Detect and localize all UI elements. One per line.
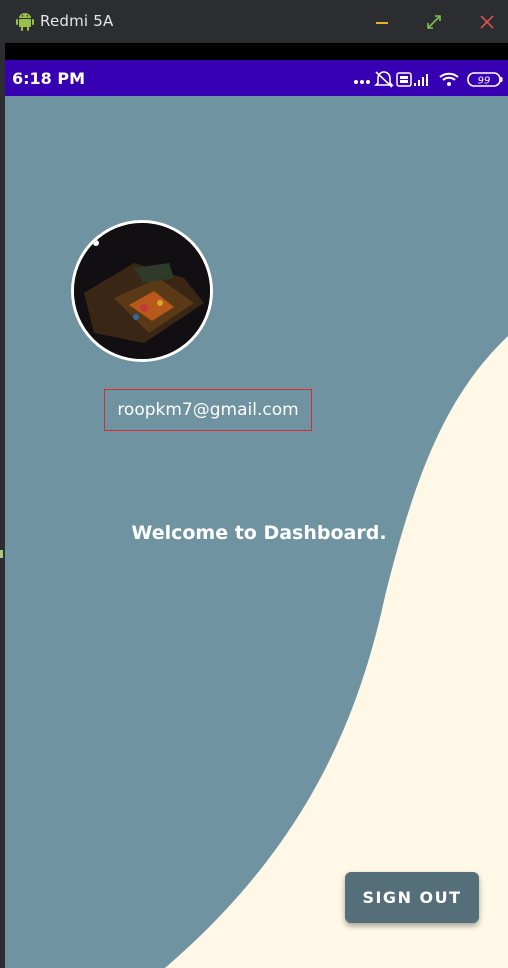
maximize-button[interactable] — [422, 10, 446, 34]
profile-avatar — [71, 220, 213, 362]
emulator-title-bar: Redmi 5A — [0, 0, 508, 43]
maximize-icon — [427, 15, 441, 29]
more-dots-icon — [354, 80, 370, 84]
status-bar: 6:18 PM 99 — [5, 60, 508, 96]
sign-out-button[interactable]: SIGN OUT — [345, 872, 479, 923]
user-email-box: roopkm7@gmail.com — [104, 389, 312, 431]
welcome-message: Welcome to Dashboard. — [131, 522, 387, 544]
window-title: Redmi 5A — [40, 12, 114, 30]
profile-photo — [74, 223, 210, 359]
status-icons: 99 — [354, 71, 503, 88]
minimize-button[interactable] — [370, 10, 394, 34]
svg-text:99: 99 — [478, 76, 491, 87]
device-screen: 6:18 PM 99 roopkm7@gmail.com Welcome to … — [5, 60, 508, 968]
battery-icon: 99 — [467, 72, 503, 87]
side-marker — [0, 550, 3, 558]
device-bezel — [5, 43, 508, 60]
signal-icon — [414, 74, 428, 86]
volte-icon — [396, 72, 412, 87]
android-icon — [16, 13, 34, 31]
user-email: roopkm7@gmail.com — [117, 400, 299, 420]
wifi-icon — [439, 72, 459, 86]
close-icon — [480, 15, 494, 29]
close-button[interactable] — [475, 10, 499, 34]
minimize-icon — [376, 22, 388, 24]
notifications-off-icon — [374, 71, 394, 88]
status-time: 6:18 PM — [12, 69, 86, 88]
